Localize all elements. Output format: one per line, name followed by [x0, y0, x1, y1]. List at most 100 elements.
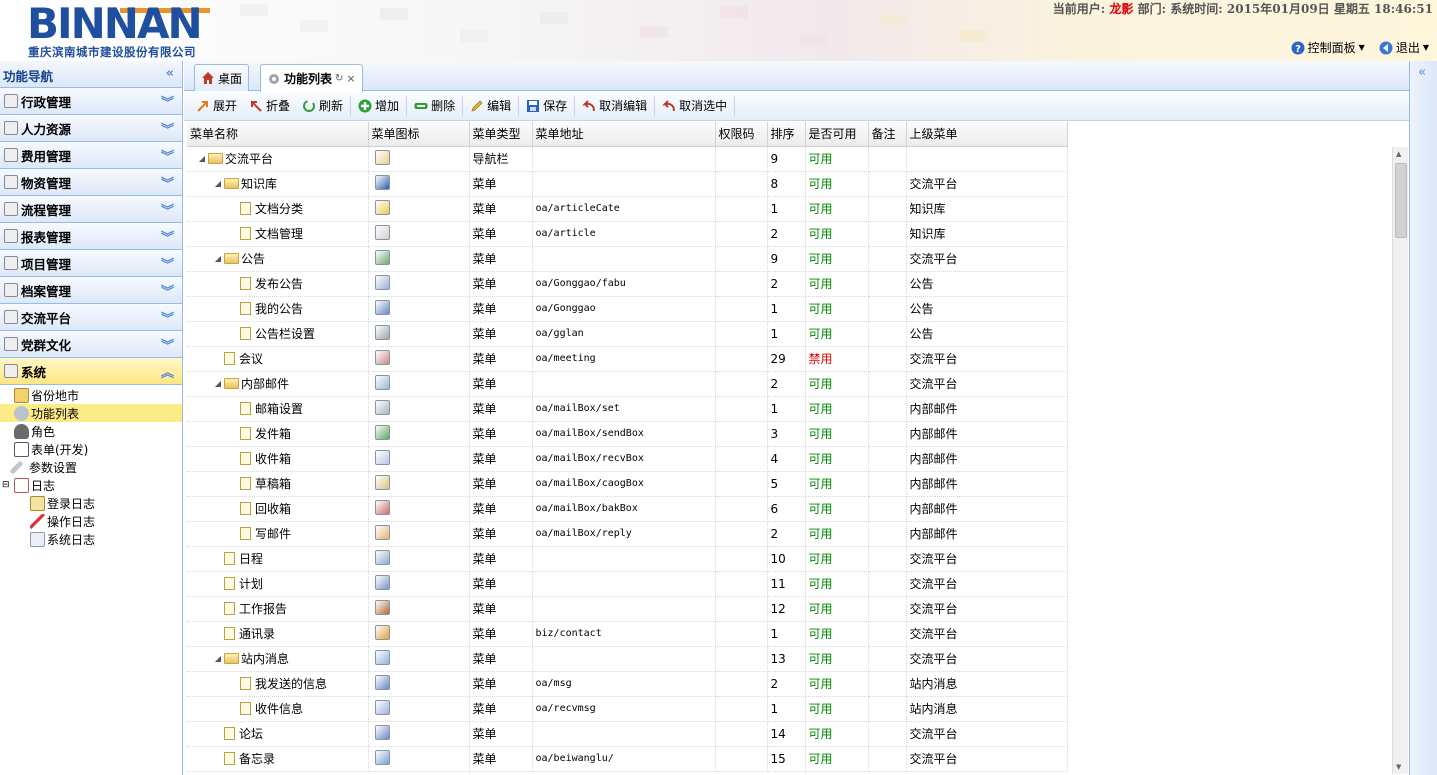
cell-name[interactable]: 公告栏设置 [187, 321, 369, 347]
refresh-button[interactable]: 刷新 [296, 94, 349, 118]
cell-order[interactable]: 2 [767, 671, 806, 697]
cell-url[interactable] [532, 571, 716, 597]
tree-item-role[interactable]: 角色 [0, 422, 182, 440]
cell-type[interactable]: 菜单 [469, 571, 533, 597]
cell-icon[interactable] [368, 321, 470, 347]
cell-code[interactable] [715, 596, 768, 622]
cell-note[interactable] [868, 671, 907, 697]
cell-order[interactable]: 1 [767, 196, 806, 222]
cell-code[interactable] [715, 471, 768, 497]
cell-parent[interactable]: 内部邮件 [906, 446, 1068, 472]
cell-note[interactable] [868, 521, 907, 547]
cell-icon[interactable] [368, 746, 470, 772]
cell-url[interactable]: oa/articleCate [532, 196, 716, 222]
cell-name[interactable]: 计划 [187, 571, 369, 597]
cell-order[interactable]: 1 [767, 321, 806, 347]
collapse-left-icon[interactable]: « [166, 66, 174, 81]
cell-icon[interactable] [368, 296, 470, 322]
cell-icon[interactable] [368, 396, 470, 422]
cell-name[interactable]: 邮箱设置 [187, 396, 369, 422]
cell-order[interactable]: 5 [767, 471, 806, 497]
scrollbar-thumb[interactable] [1395, 163, 1407, 238]
cell-parent[interactable]: 知识库 [906, 196, 1068, 222]
cell-enabled[interactable]: 可用 [805, 546, 869, 572]
cell-name[interactable]: 通讯录 [187, 621, 369, 647]
cell-icon[interactable] [368, 446, 470, 472]
cell-code[interactable] [715, 221, 768, 247]
cell-code[interactable] [715, 696, 768, 722]
cell-parent[interactable]: 内部邮件 [906, 521, 1068, 547]
refresh-tab-icon[interactable]: ↻ [335, 73, 343, 84]
cell-code[interactable] [715, 646, 768, 672]
cell-code[interactable] [715, 671, 768, 697]
cell-order[interactable]: 1 [767, 696, 806, 722]
cell-url[interactable]: oa/mailBox/caogBox [532, 471, 716, 497]
cell-enabled[interactable]: 可用 [805, 246, 869, 272]
close-icon[interactable]: × [346, 72, 355, 85]
cell-type[interactable]: 菜单 [469, 396, 533, 422]
cell-enabled[interactable]: 可用 [805, 446, 869, 472]
cell-type[interactable]: 菜单 [469, 496, 533, 522]
cell-name[interactable]: ◢ 公告 [187, 246, 369, 272]
table-row[interactable]: 发件箱 菜单 oa/mailBox/sendBox 3 可用 内部邮件 [187, 421, 1068, 447]
cell-note[interactable] [868, 421, 907, 447]
cell-url[interactable]: oa/mailBox/recvBox [532, 446, 716, 472]
cell-icon[interactable] [368, 346, 470, 372]
delete-button[interactable]: 删除 [408, 94, 461, 118]
cell-url[interactable] [532, 721, 716, 747]
cell-parent[interactable]: 交流平台 [906, 346, 1068, 372]
table-row[interactable]: 草稿箱 菜单 oa/mailBox/caogBox 5 可用 内部邮件 [187, 471, 1068, 497]
cell-type[interactable]: 菜单 [469, 221, 533, 247]
cell-note[interactable] [868, 146, 907, 172]
table-row[interactable]: 我发送的信息 菜单 oa/msg 2 可用 站内消息 [187, 671, 1068, 697]
cell-type[interactable]: 菜单 [469, 296, 533, 322]
cell-enabled[interactable]: 可用 [805, 646, 869, 672]
cell-code[interactable] [715, 421, 768, 447]
cell-icon[interactable] [368, 146, 470, 172]
cell-note[interactable] [868, 646, 907, 672]
tree-toggle-icon[interactable]: ◢ [212, 654, 224, 663]
tree-toggle-icon[interactable]: ◢ [212, 179, 224, 188]
tree-item-system-log[interactable]: 系统日志 [0, 530, 182, 548]
cell-note[interactable] [868, 371, 907, 397]
table-row[interactable]: 回收箱 菜单 oa/mailBox/bakBox 6 可用 内部邮件 [187, 496, 1068, 522]
cell-name[interactable]: ◢ 内部邮件 [187, 371, 369, 397]
cell-name[interactable]: 备忘录 [187, 746, 369, 772]
cell-enabled[interactable]: 可用 [805, 146, 869, 172]
cell-icon[interactable] [368, 371, 470, 397]
save-button[interactable]: 保存 [520, 94, 573, 118]
cell-code[interactable] [715, 396, 768, 422]
cell-name[interactable]: 我发送的信息 [187, 671, 369, 697]
cell-type[interactable]: 菜单 [469, 596, 533, 622]
col-header-parent[interactable]: 上级菜单 [906, 122, 1068, 147]
cell-parent[interactable]: 交流平台 [906, 721, 1068, 747]
nav-section-project[interactable]: 项目管理 ︾ [0, 250, 182, 277]
cell-url[interactable]: oa/msg [532, 671, 716, 697]
cell-code[interactable] [715, 621, 768, 647]
table-row[interactable]: 文档管理 菜单 oa/article 2 可用 知识库 [187, 221, 1068, 247]
cell-icon[interactable] [368, 246, 470, 272]
cell-enabled[interactable]: 可用 [805, 471, 869, 497]
table-row[interactable]: 计划 菜单 11 可用 交流平台 [187, 571, 1068, 597]
cell-enabled[interactable]: 可用 [805, 746, 869, 772]
cell-code[interactable] [715, 496, 768, 522]
cell-enabled[interactable]: 可用 [805, 421, 869, 447]
cell-name[interactable]: 收件信息 [187, 696, 369, 722]
cell-url[interactable]: biz/contact [532, 621, 716, 647]
cell-enabled[interactable]: 可用 [805, 621, 869, 647]
cell-icon[interactable] [368, 671, 470, 697]
expand-right-icon[interactable]: « [1418, 65, 1426, 80]
cell-order[interactable]: 10 [767, 546, 806, 572]
cell-icon[interactable] [368, 546, 470, 572]
cell-url[interactable]: oa/mailBox/bakBox [532, 496, 716, 522]
table-row[interactable]: 论坛 菜单 14 可用 交流平台 [187, 721, 1068, 747]
cell-url[interactable] [532, 546, 716, 572]
cell-parent[interactable]: 交流平台 [906, 571, 1068, 597]
table-row[interactable]: 发布公告 菜单 oa/Gonggao/fabu 2 可用 公告 [187, 271, 1068, 297]
table-row[interactable]: 会议 菜单 oa/meeting 29 禁用 交流平台 [187, 346, 1068, 372]
cell-type[interactable]: 菜单 [469, 421, 533, 447]
cell-note[interactable] [868, 496, 907, 522]
cell-url[interactable] [532, 596, 716, 622]
cell-type[interactable]: 菜单 [469, 346, 533, 372]
table-row[interactable]: 我的公告 菜单 oa/Gonggao 1 可用 公告 [187, 296, 1068, 322]
